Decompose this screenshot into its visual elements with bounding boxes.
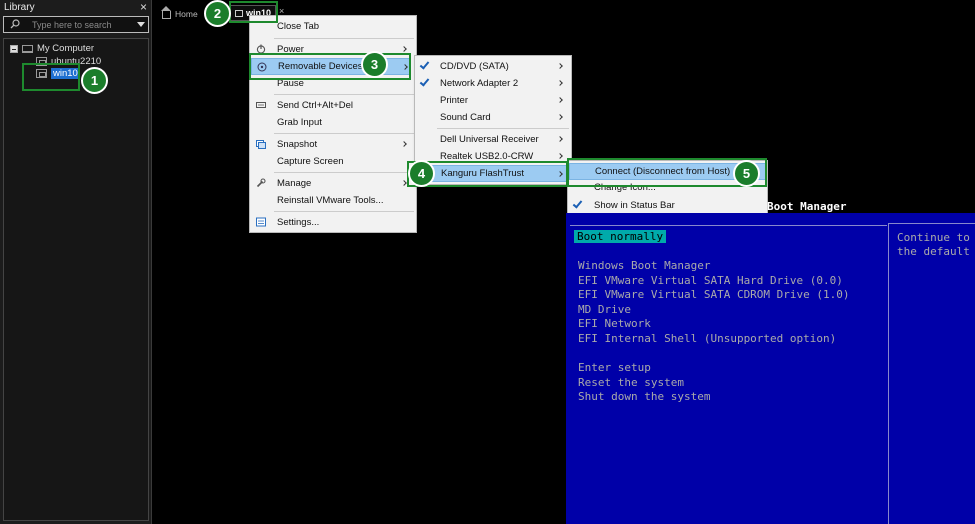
chevron-right-icon [557,153,563,159]
menu-label: CD/DVD (SATA) [440,61,509,72]
computer-icon [22,44,33,53]
boot-entry[interactable]: EFI VMware Virtual SATA Hard Drive (0.0) [578,274,843,287]
menu-item-snapshot[interactable]: Snapshot [250,136,416,153]
library-title: Library [4,2,35,13]
menu-label: Grab Input [277,117,322,128]
callout-box-1 [22,63,80,91]
callout-badge-5: 5 [733,160,760,187]
menu-separator [274,211,414,212]
menu-separator [274,38,414,39]
check-icon [419,59,430,70]
menu-item-cd-dvd[interactable]: CD/DVD (SATA) [415,58,571,75]
boot-help-panel: Continue to b the default b [888,223,975,524]
settings-icon [256,217,266,227]
menu-separator [274,172,414,173]
chevron-down-icon[interactable] [137,22,145,27]
collapse-icon[interactable] [10,44,18,53]
menu-label: Reinstall VMware Tools... [277,195,384,206]
chevron-right-icon [557,97,563,103]
menu-item-printer[interactable]: Printer [415,92,571,109]
search-icon [10,19,20,29]
menu-separator [274,133,414,134]
menu-item-reinstall-vmware-tools[interactable]: Reinstall VMware Tools... [250,192,416,209]
menu-item-dell-universal-receiver[interactable]: Dell Universal Receiver [415,131,571,148]
menu-label: Show in Status Bar [594,200,675,211]
chevron-right-icon [401,141,407,147]
check-icon [419,76,430,87]
menu-item-network-adapter-2[interactable]: Network Adapter 2 [415,75,571,92]
chevron-right-icon [557,63,563,69]
boot-help-line: the default b [897,245,975,258]
menu-label: Send Ctrl+Alt+Del [277,100,354,111]
boot-entry[interactable]: Windows Boot Manager [578,259,710,272]
menu-label: Close Tab [277,21,320,32]
keyboard-icon [256,102,266,108]
wrench-icon [256,178,266,188]
menu-label: Capture Screen [277,156,344,167]
boot-manager-screen[interactable]: Boot normally Windows Boot Manager EFI V… [566,213,975,524]
tab-home-label: Home [175,8,198,19]
boot-action[interactable]: Reset the system [578,376,684,389]
check-icon [572,198,583,209]
chevron-right-icon [401,46,407,52]
home-icon [161,6,171,19]
library-tree: My Computer ubuntu2210 win10 [3,38,149,521]
menu-item-capture-screen[interactable]: Capture Screen [250,153,416,170]
boot-option-selected[interactable]: Boot normally [574,230,667,243]
boot-manager-title: Boot Manager [767,200,847,213]
vm-context-menu: Close Tab Power Removable Devices Pause … [249,15,417,233]
boot-action[interactable]: Enter setup [578,361,651,374]
boot-entry[interactable]: EFI Internal Shell (Unsupported option) [578,332,836,345]
boot-frame-line [570,225,887,226]
menu-item-show-in-status-bar[interactable]: Show in Status Bar [568,197,767,214]
boot-help-line: Continue to b [897,231,975,244]
chevron-right-icon [557,80,563,86]
menu-label: Sound Card [440,112,491,123]
menu-label: Network Adapter 2 [440,78,519,89]
menu-item-manage[interactable]: Manage [250,175,416,192]
menu-label: Dell Universal Receiver [440,134,539,145]
boot-entry[interactable]: EFI Network [578,317,651,330]
boot-entry[interactable]: MD Drive [578,303,631,316]
tab-home[interactable]: Home [161,6,198,19]
search-placeholder: Type here to search [32,20,112,30]
chevron-right-icon [557,114,563,120]
menu-label: Printer [440,95,468,106]
snapshot-icon [256,140,266,149]
callout-badge-3: 3 [361,51,388,78]
chevron-right-icon [401,180,407,186]
tree-label: My Computer [37,43,95,54]
library-close-icon[interactable]: × [140,0,147,14]
menu-item-settings[interactable]: Settings... [250,214,416,231]
chevron-right-icon [557,136,563,142]
menu-separator [274,94,414,95]
callout-badge-1: 1 [81,67,108,94]
menu-label: Settings... [277,217,320,228]
boot-action[interactable]: Shut down the system [578,390,710,403]
menu-label: Snapshot [277,139,318,150]
library-search-input[interactable]: Type here to search [3,16,149,33]
callout-badge-2: 2 [204,0,231,27]
menu-label: Manage [277,178,312,189]
menu-item-send-ctrl-alt-del[interactable]: Send Ctrl+Alt+Del [250,97,416,114]
boot-entry[interactable]: EFI VMware Virtual SATA CDROM Drive (1.0… [578,288,850,301]
callout-box-2 [229,1,278,23]
menu-item-sound-card[interactable]: Sound Card [415,109,571,126]
callout-badge-4: 4 [408,160,435,187]
tree-item-my-computer[interactable]: My Computer [10,43,94,54]
menu-item-grab-input[interactable]: Grab Input [250,114,416,131]
menu-separator [437,128,569,129]
